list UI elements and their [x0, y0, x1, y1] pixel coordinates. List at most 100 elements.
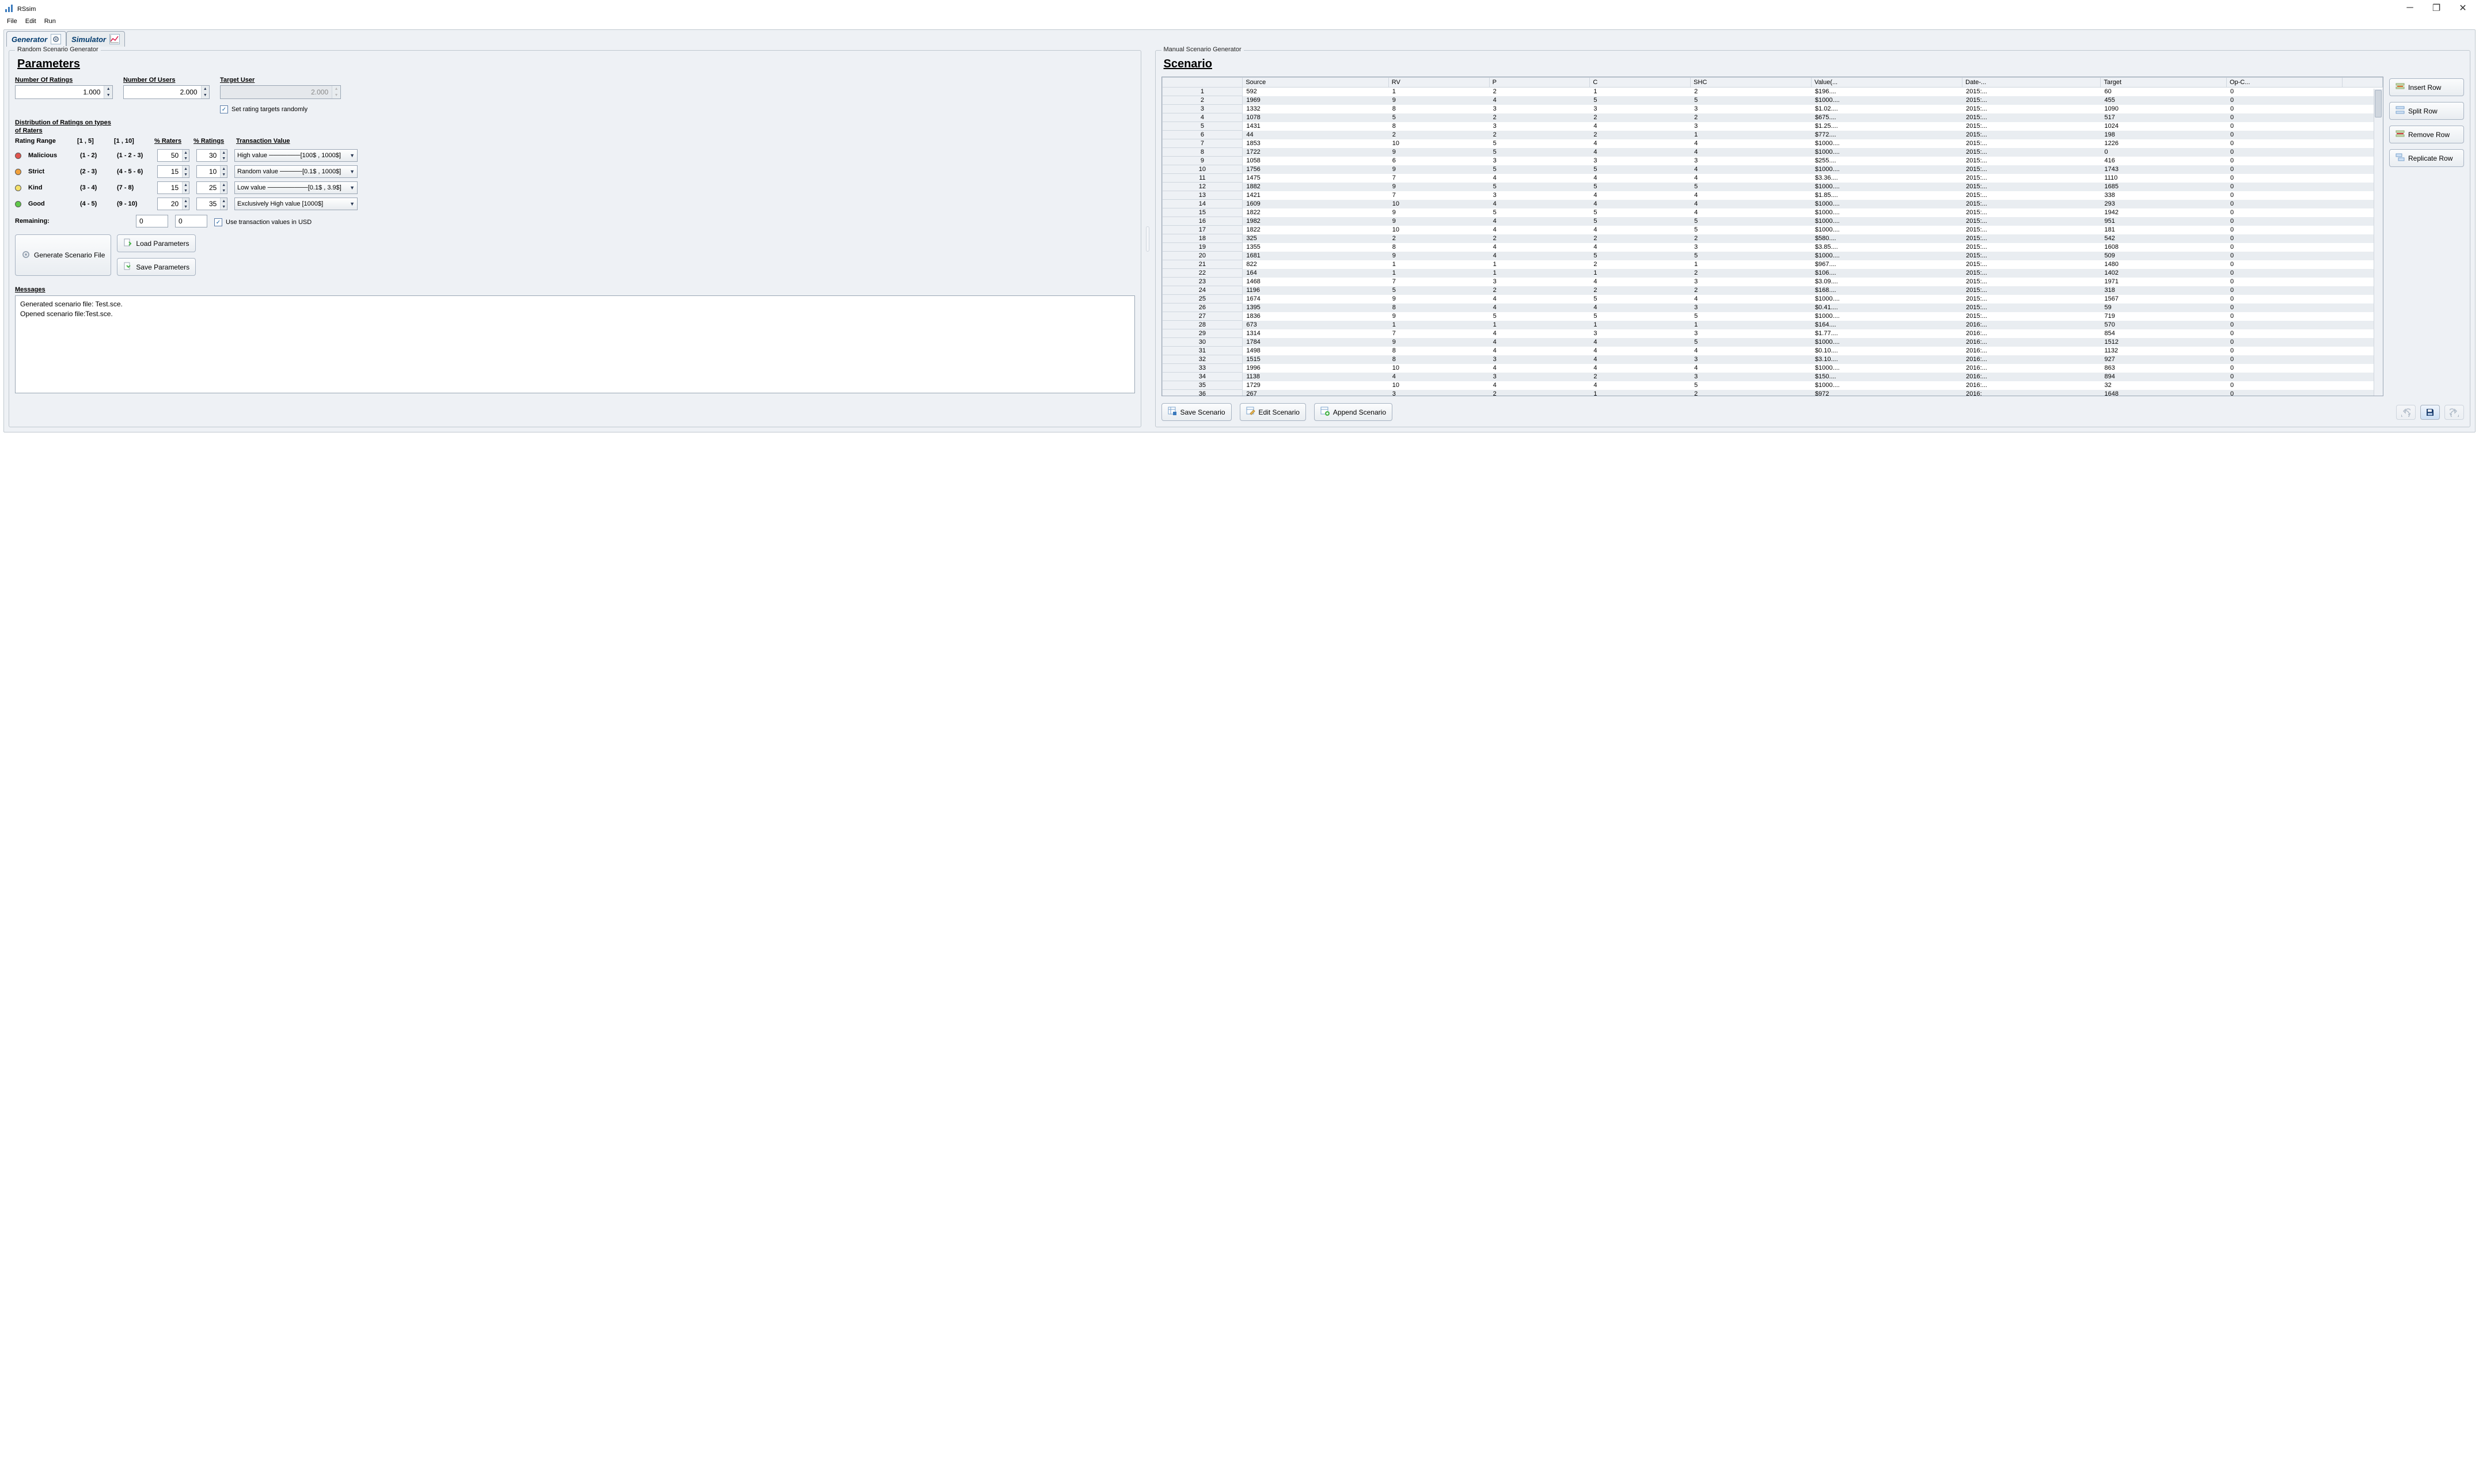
- table-row[interactable]: 1619829455$1000....2015:...9510: [1162, 217, 2383, 226]
- column-header[interactable]: Date-...: [1962, 78, 2101, 88]
- cell-value[interactable]: $1.25....: [1811, 122, 1962, 131]
- cell-rv[interactable]: 5: [1388, 113, 1489, 122]
- cell-c[interactable]: 4: [1590, 355, 1691, 364]
- cell-shc[interactable]: 2: [1691, 88, 1812, 96]
- column-header[interactable]: Op-C...: [2226, 78, 2342, 88]
- table-row[interactable]: 6442221$772....2015:...1980: [1162, 131, 2383, 139]
- vertical-scrollbar[interactable]: [2374, 89, 2383, 396]
- spinner-down[interactable]: ▼: [183, 204, 189, 210]
- cell-rv[interactable]: 9: [1388, 148, 1489, 157]
- cell-p[interactable]: 3: [1489, 105, 1590, 113]
- cell-shc[interactable]: 4: [1691, 208, 1812, 217]
- cell-source[interactable]: 1882: [1243, 183, 1388, 191]
- cell-value[interactable]: $1000....: [1811, 312, 1962, 321]
- pct-ratings-input[interactable]: [197, 198, 220, 210]
- cell-rv[interactable]: 10: [1388, 200, 1489, 208]
- cell-target[interactable]: 293: [2101, 200, 2227, 208]
- cell-date[interactable]: 2016:...: [1962, 321, 2101, 329]
- cell-date[interactable]: 2015:...: [1962, 122, 2101, 131]
- cell-target[interactable]: 1110: [2101, 174, 2227, 183]
- cell-target[interactable]: 1608: [2101, 243, 2227, 252]
- cell-rv[interactable]: 9: [1388, 295, 1489, 303]
- splitter[interactable]: [1146, 50, 1151, 427]
- cell-date[interactable]: 2016:...: [1962, 381, 2101, 390]
- cell-value[interactable]: $1000....: [1811, 338, 1962, 347]
- cell-opc[interactable]: 0: [2226, 260, 2342, 269]
- pct-raters-input[interactable]: [158, 150, 182, 161]
- cell-source[interactable]: 1729: [1243, 381, 1388, 390]
- column-header[interactable]: Source: [1243, 78, 1388, 88]
- pct-raters-input[interactable]: [158, 182, 182, 193]
- cell-p[interactable]: 4: [1489, 200, 1590, 208]
- cell-value[interactable]: $3.10....: [1811, 355, 1962, 364]
- num-ratings-spinner[interactable]: ▲▼: [15, 85, 113, 99]
- cell-c[interactable]: 5: [1590, 252, 1691, 260]
- column-header[interactable]: P: [1489, 78, 1590, 88]
- cell-value[interactable]: $1000....: [1811, 165, 1962, 174]
- cell-p[interactable]: 4: [1489, 329, 1590, 338]
- cell-source[interactable]: 1996: [1243, 364, 1388, 373]
- table-row[interactable]: 17182210445$1000....2015:...1810: [1162, 226, 2383, 234]
- table-row[interactable]: 3017849445$1000....2016:...15120: [1162, 338, 2383, 347]
- cell-p[interactable]: 4: [1489, 295, 1590, 303]
- spinner-down[interactable]: ▼: [183, 188, 189, 193]
- cell-p[interactable]: 3: [1489, 157, 1590, 165]
- cell-target[interactable]: 1024: [2101, 122, 2227, 131]
- cell-value[interactable]: $255....: [1811, 157, 1962, 165]
- spinner-down[interactable]: ▼: [183, 155, 189, 161]
- cell-value[interactable]: $967....: [1811, 260, 1962, 269]
- num-users-input[interactable]: [124, 86, 201, 98]
- cell-p[interactable]: 4: [1489, 243, 1590, 252]
- cell-c[interactable]: 1: [1590, 269, 1691, 278]
- pct-raters-input[interactable]: [158, 198, 182, 210]
- cell-shc[interactable]: 3: [1691, 243, 1812, 252]
- table-row[interactable]: 15921212$196....2015:...600: [1162, 88, 2383, 96]
- cell-shc[interactable]: 4: [1691, 200, 1812, 208]
- cell-rv[interactable]: 8: [1388, 303, 1489, 312]
- cell-source[interactable]: 1515: [1243, 355, 1388, 364]
- cell-shc[interactable]: 3: [1691, 329, 1812, 338]
- cell-rv[interactable]: 4: [1388, 373, 1489, 381]
- cell-c[interactable]: 1: [1590, 88, 1691, 96]
- cell-source[interactable]: 1314: [1243, 329, 1388, 338]
- cell-c[interactable]: 4: [1590, 303, 1691, 312]
- cell-value[interactable]: $164....: [1811, 321, 1962, 329]
- cell-value[interactable]: $196....: [1811, 88, 1962, 96]
- cell-rv[interactable]: 2: [1388, 131, 1489, 139]
- cell-p[interactable]: 3: [1489, 278, 1590, 286]
- cell-date[interactable]: 2015:...: [1962, 139, 2101, 148]
- cell-date[interactable]: 2016:...: [1962, 373, 2101, 381]
- cell-opc[interactable]: 0: [2226, 295, 2342, 303]
- cell-target[interactable]: 1971: [2101, 278, 2227, 286]
- spinner-down[interactable]: ▼: [221, 204, 227, 210]
- cell-target[interactable]: 0: [2101, 148, 2227, 157]
- cell-c[interactable]: 4: [1590, 278, 1691, 286]
- cell-value[interactable]: $1000....: [1811, 183, 1962, 191]
- cell-shc[interactable]: 3: [1691, 303, 1812, 312]
- cell-source[interactable]: 1395: [1243, 303, 1388, 312]
- cell-shc[interactable]: 5: [1691, 312, 1812, 321]
- cell-c[interactable]: 1: [1590, 390, 1691, 397]
- cell-p[interactable]: 1: [1489, 269, 1590, 278]
- cell-shc[interactable]: 2: [1691, 269, 1812, 278]
- cell-date[interactable]: 2015:...: [1962, 174, 2101, 183]
- cell-value[interactable]: $1000....: [1811, 200, 1962, 208]
- cell-shc[interactable]: 3: [1691, 355, 1812, 364]
- pct-ratings-spinner[interactable]: ▲▼: [196, 149, 227, 162]
- cell-date[interactable]: 2015:...: [1962, 131, 2101, 139]
- cell-rv[interactable]: 2: [1388, 234, 1489, 243]
- cell-opc[interactable]: 0: [2226, 131, 2342, 139]
- cell-value[interactable]: $1000....: [1811, 208, 1962, 217]
- minimize-button[interactable]: ─: [2402, 3, 2418, 13]
- cell-value[interactable]: $1000....: [1811, 96, 1962, 105]
- cell-value[interactable]: $1.02....: [1811, 105, 1962, 113]
- spinner-down[interactable]: ▼: [221, 155, 227, 161]
- cell-value[interactable]: $3.36....: [1811, 174, 1962, 183]
- cell-c[interactable]: 2: [1590, 260, 1691, 269]
- cell-value[interactable]: $1.77....: [1811, 329, 1962, 338]
- column-header[interactable]: SHC: [1691, 78, 1812, 88]
- spinner-up[interactable]: ▲: [221, 150, 227, 155]
- cell-date[interactable]: 2015:...: [1962, 286, 2101, 295]
- cell-value[interactable]: $1000....: [1811, 381, 1962, 390]
- cell-value[interactable]: $772....: [1811, 131, 1962, 139]
